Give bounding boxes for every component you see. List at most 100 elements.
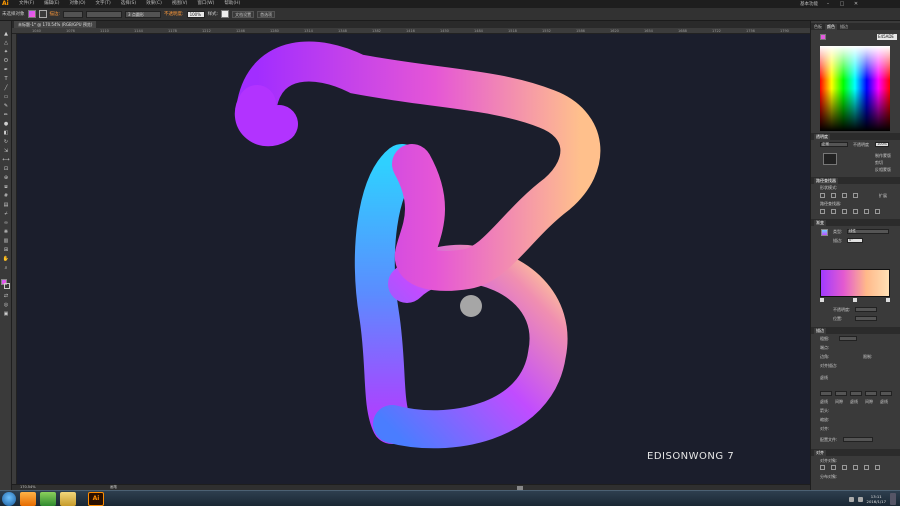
taskbar-app-icon[interactable] [40, 492, 56, 506]
menu-window[interactable]: 窗口(W) [192, 0, 219, 8]
align-left-icon[interactable] [820, 465, 825, 470]
pen-tool-icon[interactable]: ✒ [2, 67, 10, 73]
eraser-tool-icon[interactable]: ◧ [2, 130, 10, 136]
brush-definition-field[interactable]: 3 点圆形 [125, 10, 162, 18]
gradient-stop-1[interactable] [820, 298, 824, 302]
start-button[interactable] [2, 492, 16, 506]
taskbar-illustrator-icon[interactable]: Ai [88, 492, 104, 506]
gradient-tool-icon[interactable]: ▤ [2, 202, 10, 208]
magic-wand-tool-icon[interactable]: ✦ [2, 49, 10, 55]
rectangle-tool-icon[interactable]: ▭ [2, 94, 10, 100]
menu-type[interactable]: 文字(T) [91, 0, 116, 8]
workspace-switcher[interactable]: 基本功能 [800, 1, 818, 7]
maximize-icon[interactable]: □ [838, 1, 846, 7]
blend-tool-icon[interactable]: ∞ [2, 220, 10, 226]
merge-icon[interactable] [842, 209, 847, 214]
network-icon[interactable] [848, 496, 854, 502]
stroke-weight-field[interactable] [63, 10, 84, 18]
minus-front-icon[interactable] [831, 193, 836, 198]
mesh-tool-icon[interactable]: # [2, 193, 10, 199]
dash-field-3[interactable] [880, 391, 892, 396]
stroke-swatch[interactable] [38, 10, 47, 18]
tab-stroke-mini[interactable]: 描边 [840, 24, 848, 30]
tab-pathfinder[interactable]: 路径查找器 [814, 177, 838, 184]
align-center-icon[interactable] [831, 465, 836, 470]
selection-tool-icon[interactable]: ▲ [2, 31, 10, 37]
perspective-grid-tool-icon[interactable]: ⧈ [2, 184, 10, 190]
trim-icon[interactable] [831, 209, 836, 214]
document-tab[interactable]: 未标题-1* @ 170.54% (RGB/GPU 预览) [14, 21, 97, 28]
lasso-tool-icon[interactable]: ʘ [2, 58, 10, 64]
taskbar-folder-icon[interactable] [60, 492, 76, 506]
outline-icon[interactable] [864, 209, 869, 214]
dash-field-1[interactable] [820, 391, 832, 396]
stroke-label[interactable]: 描边: [50, 11, 61, 17]
graph-tool-icon[interactable]: ▥ [2, 238, 10, 244]
current-color-swatch[interactable] [820, 34, 826, 40]
document-setup-button[interactable]: 文档设置 [232, 10, 255, 18]
gradient-opacity-field[interactable] [855, 307, 877, 312]
menu-file[interactable]: 文件(F) [14, 0, 39, 8]
gradient-ramp[interactable] [820, 269, 890, 297]
free-transform-tool-icon[interactable]: ⊡ [2, 166, 10, 172]
gradient-location-field[interactable] [855, 316, 877, 321]
menu-help[interactable]: 帮助(H) [219, 0, 245, 8]
tab-gradient[interactable]: 渐变 [814, 219, 826, 226]
divide-icon[interactable] [820, 209, 825, 214]
gap-field-1[interactable] [835, 391, 847, 396]
fill-swatch[interactable] [27, 10, 36, 18]
eyedropper-tool-icon[interactable]: ⌿ [2, 211, 10, 217]
clip-checkbox[interactable]: 剪切 [875, 160, 883, 166]
menu-edit[interactable]: 编辑(E) [39, 0, 64, 8]
opacity-label[interactable]: 不透明度: [164, 11, 184, 17]
line-tool-icon[interactable]: ╱ [2, 85, 10, 91]
gradient-type-select[interactable]: 线性 [847, 229, 889, 234]
close-icon[interactable]: ✕ [852, 1, 860, 7]
taskbar-browser-icon[interactable] [20, 492, 36, 506]
variable-width-field[interactable] [86, 10, 123, 18]
intersect-icon[interactable] [842, 193, 847, 198]
rotate-tool-icon[interactable]: ↻ [2, 139, 10, 145]
tab-color[interactable]: 颜色 [825, 23, 837, 30]
dash-field-2[interactable] [850, 391, 862, 396]
clock[interactable]: 13:11 2016/1/17 [867, 494, 886, 504]
expand-button[interactable]: 扩展 [879, 193, 887, 199]
align-right-icon[interactable] [842, 465, 847, 470]
crop-icon[interactable] [853, 209, 858, 214]
menu-effect[interactable]: 效果(C) [141, 0, 167, 8]
color-spectrum[interactable] [820, 46, 890, 131]
tab-transparency[interactable]: 透明度 [814, 133, 830, 140]
width-tool-icon[interactable]: ⟷ [2, 157, 10, 163]
type-tool-icon[interactable]: T [2, 76, 10, 82]
show-desktop-button[interactable] [890, 493, 896, 505]
align-top-icon[interactable] [853, 465, 858, 470]
gradient-preview-swatch[interactable] [821, 229, 828, 236]
menu-object[interactable]: 对象(O) [64, 0, 90, 8]
menu-view[interactable]: 视图(V) [167, 0, 193, 8]
minimize-icon[interactable]: – [824, 1, 832, 7]
opacity-field[interactable]: 100% [186, 10, 205, 18]
gradient-stop-2[interactable] [853, 298, 857, 302]
zoom-tool-icon[interactable]: ⌕ [2, 265, 10, 271]
menu-select[interactable]: 选择(S) [116, 0, 141, 8]
minus-back-icon[interactable] [875, 209, 880, 214]
tab-swatches[interactable]: 色板 [814, 24, 822, 30]
preferences-button[interactable]: 首选项 [257, 10, 276, 18]
exclude-icon[interactable] [853, 193, 858, 198]
direct-selection-tool-icon[interactable]: △ [2, 40, 10, 46]
shape-builder-tool-icon[interactable]: ⊕ [2, 175, 10, 181]
blend-mode-select[interactable]: 正常 [820, 142, 848, 147]
artboard-tool-icon[interactable]: ⊞ [2, 247, 10, 253]
align-bottom-icon[interactable] [875, 465, 880, 470]
gradient-stop-3[interactable] [886, 298, 890, 302]
make-mask-button[interactable]: 制作蒙版 [875, 153, 891, 159]
hex-input[interactable]: E45ADE [877, 34, 897, 40]
symbol-sprayer-tool-icon[interactable]: ❋ [2, 229, 10, 235]
pencil-tool-icon[interactable]: ✏ [2, 112, 10, 118]
style-swatch[interactable] [221, 10, 230, 18]
opacity-panel-field[interactable]: 100% [875, 142, 889, 147]
blob-brush-tool-icon[interactable]: ● [2, 121, 10, 127]
profile-select[interactable] [843, 437, 873, 442]
tab-stroke[interactable]: 描边 [814, 327, 826, 334]
scale-tool-icon[interactable]: ⇲ [2, 148, 10, 154]
